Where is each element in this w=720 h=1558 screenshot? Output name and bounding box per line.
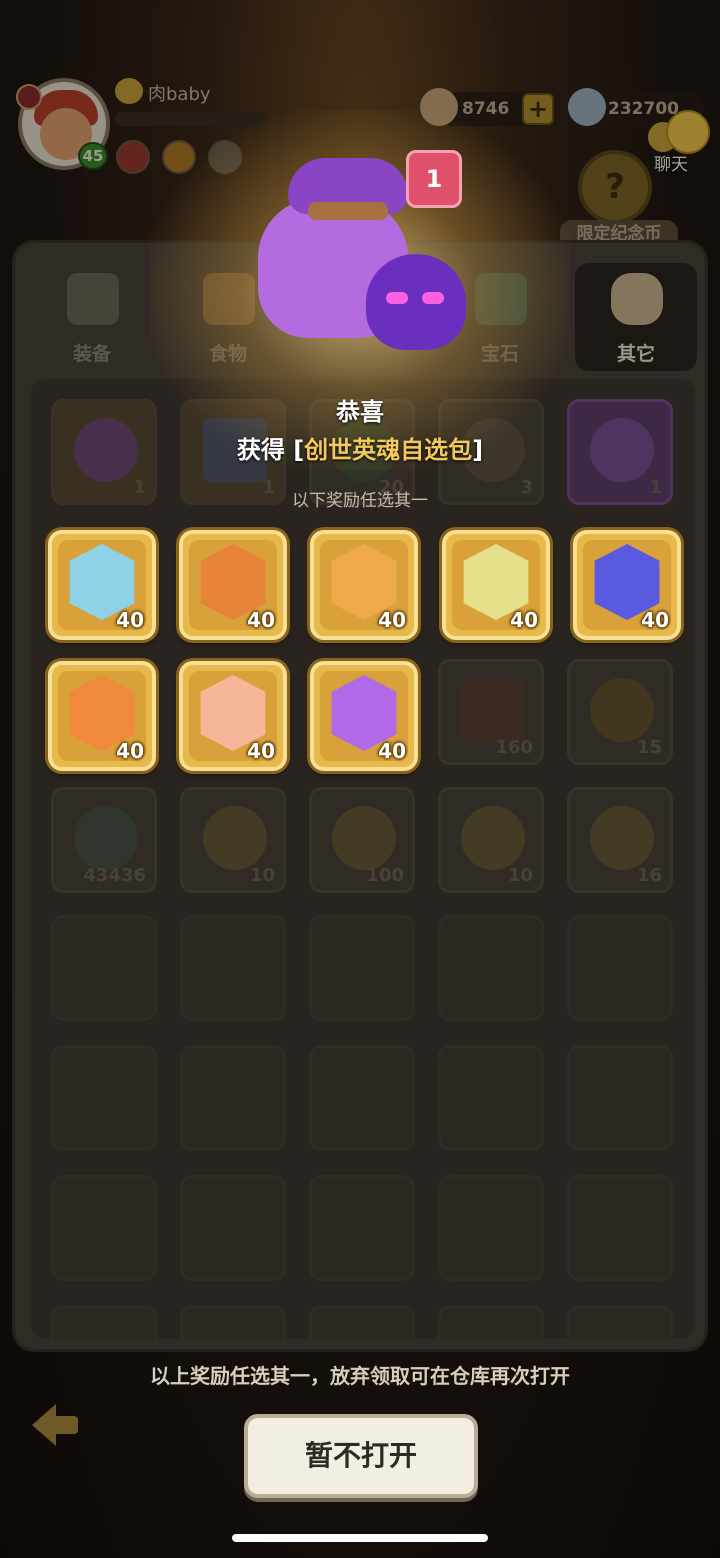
ghost-eye bbox=[422, 292, 444, 304]
reward-option[interactable]: 40 bbox=[179, 661, 287, 771]
ghost-icon bbox=[366, 254, 466, 350]
obtained-prefix: 获得 [ bbox=[236, 436, 305, 464]
reward-count: 40 bbox=[378, 739, 406, 763]
reward-option[interactable]: 40 bbox=[310, 661, 418, 771]
reward-option[interactable]: 40 bbox=[442, 530, 550, 640]
reward-count: 40 bbox=[116, 739, 144, 763]
reward-option[interactable]: 40 bbox=[48, 661, 156, 771]
ghost-eye bbox=[386, 292, 408, 304]
reward-count: 40 bbox=[247, 608, 275, 632]
reward-count: 40 bbox=[378, 608, 406, 632]
bag-tie bbox=[308, 202, 388, 220]
reward-count: 40 bbox=[116, 608, 144, 632]
obtained-item-name: 创世英魂自选包 bbox=[304, 436, 473, 464]
reward-count: 40 bbox=[510, 608, 538, 632]
back-arrow-shaft bbox=[48, 1416, 78, 1434]
home-indicator[interactable] bbox=[232, 1534, 488, 1542]
reward-option[interactable]: 40 bbox=[573, 530, 681, 640]
obtained-text: 获得 [创世英魂自选包] bbox=[0, 430, 720, 465]
obtained-suffix: ] bbox=[472, 436, 484, 464]
reward-option[interactable]: 40 bbox=[310, 530, 418, 640]
pack-quantity-badge: 1 bbox=[406, 150, 462, 208]
not-now-button[interactable]: 暂不打开 bbox=[244, 1414, 478, 1498]
reward-count: 40 bbox=[641, 608, 669, 632]
back-arrow-icon[interactable] bbox=[32, 1404, 80, 1446]
choose-one-hint: 以下奖励任选其一 bbox=[292, 491, 428, 511]
reward-option[interactable]: 40 bbox=[48, 530, 156, 640]
congrats-title: 恭喜 bbox=[336, 398, 384, 426]
reward-option[interactable]: 40 bbox=[179, 530, 287, 640]
reward-count: 40 bbox=[247, 739, 275, 763]
footer-note: 以上奖励任选其一，放弃领取可在仓库再次打开 bbox=[150, 1364, 570, 1388]
